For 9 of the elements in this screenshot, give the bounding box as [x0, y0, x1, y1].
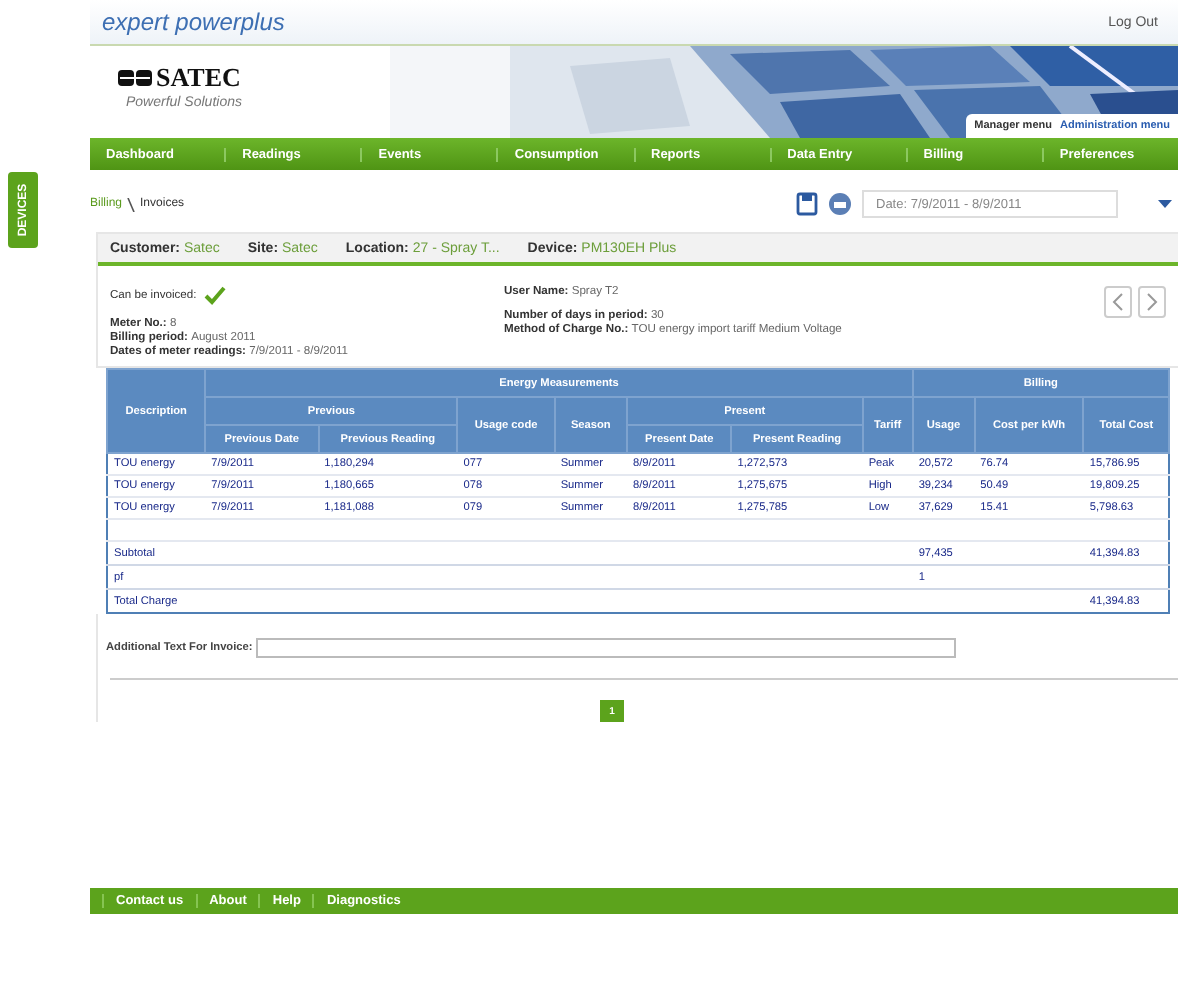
text-field[interactable]	[256, 638, 957, 658]
save-icon[interactable]	[796, 192, 818, 216]
logo-name: SATEC	[156, 62, 241, 94]
previous-icon[interactable]	[1104, 286, 1132, 318]
next-icon[interactable]	[1138, 286, 1166, 318]
logo-icon	[118, 68, 152, 88]
separator-icon	[126, 197, 137, 211]
product-name: expert powerplus	[100, 8, 285, 36]
dropdown-icon[interactable]	[1158, 200, 1172, 208]
